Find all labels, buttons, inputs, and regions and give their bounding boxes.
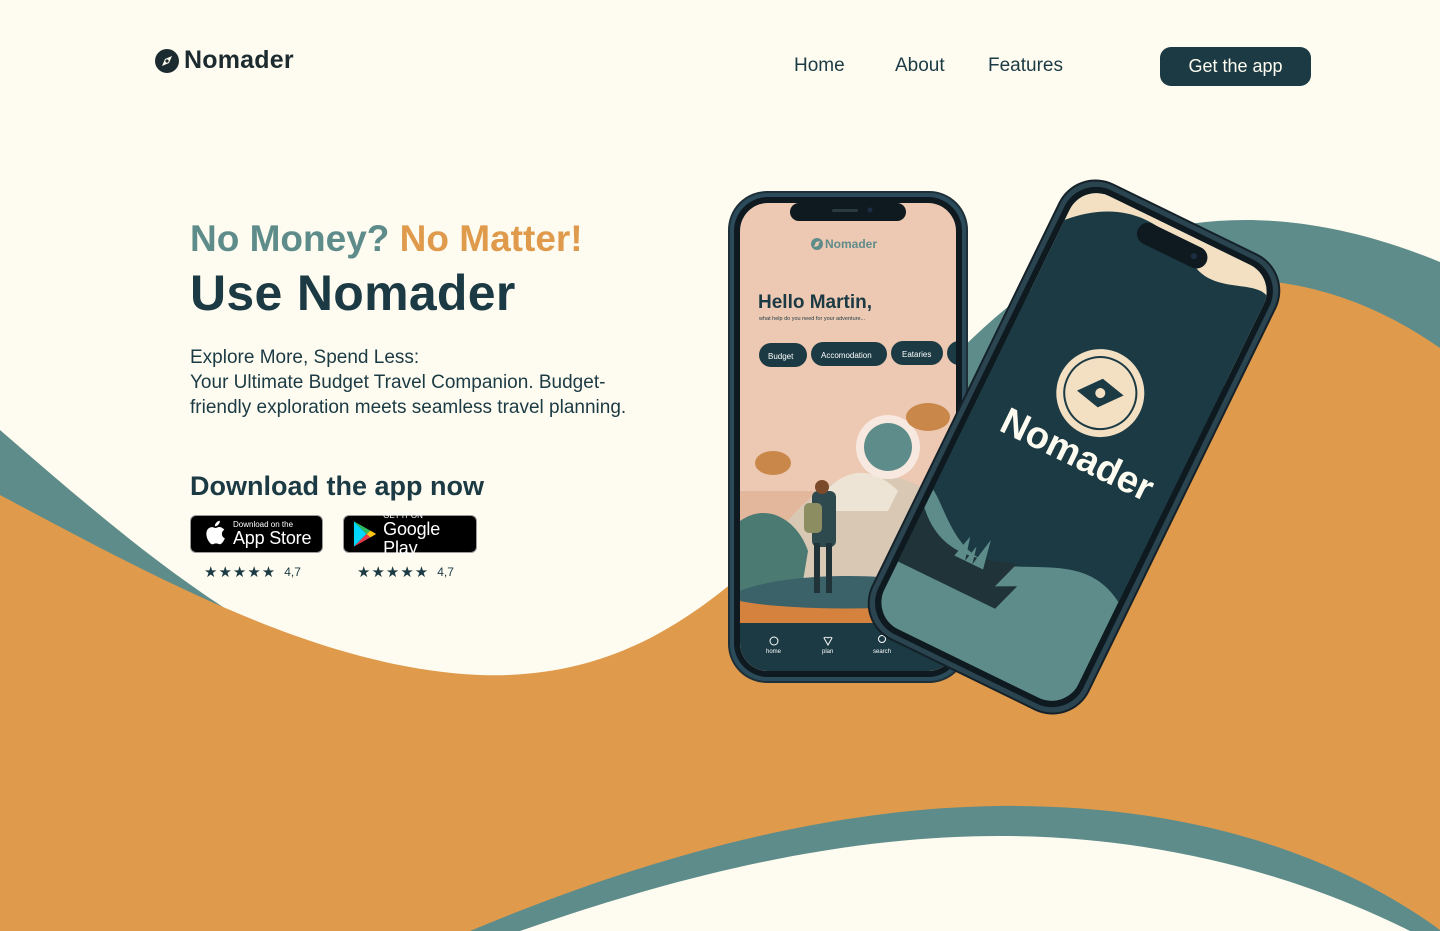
chip-accomodation-label: Accomodation: [821, 351, 872, 360]
phone-app-name: Nomader: [825, 237, 877, 251]
app-store-big-text: App Store: [233, 528, 312, 548]
download-section: Download the app now Download on the App…: [190, 471, 484, 581]
app-store-rating: ★★★★★ 4,7: [204, 563, 301, 581]
brand-name: Nomader: [184, 46, 294, 74]
google-play-rating-value: 4,7: [437, 565, 454, 579]
get-the-app-button[interactable]: Get the app: [1160, 47, 1311, 86]
app-store-button[interactable]: Download on the App Store: [190, 515, 323, 553]
hero-description: Explore More, Spend Less: Your Ultimate …: [190, 345, 660, 420]
phone-mockup-home-screen: home plan search Nomader Hello Martin, w…: [728, 191, 968, 683]
hero-description-line1: Explore More, Spend Less:: [190, 347, 420, 368]
hero-headline: Use Nomader: [190, 265, 516, 321]
top-navigation: Nomader Home About Features Get the app: [0, 0, 1440, 130]
compass-icon: [155, 48, 179, 73]
background-waves: [0, 220, 1440, 931]
tagline-part-a: No Money?: [190, 218, 390, 259]
google-play-button[interactable]: GET IT ON Google Play: [343, 511, 477, 557]
phone-nav-plan: plan: [822, 649, 833, 655]
phone-nav-home: home: [766, 649, 782, 655]
download-title: Download the app now: [190, 471, 484, 501]
star-rating-icon: ★★★★★: [204, 564, 277, 581]
hero-section: No Money? No Matter! Use Nomader Explore…: [190, 215, 690, 420]
store-buttons: Download on the App Store GET IT ON Goog…: [190, 511, 490, 595]
phone-greeting: Hello Martin,: [758, 292, 872, 313]
hero-description-line2: Your Ultimate Budget Travel Companion. B…: [190, 372, 627, 418]
tagline-part-b: No Matter!: [399, 218, 583, 259]
brand-logo[interactable]: Nomader: [154, 46, 294, 75]
google-play-big-text: Google Play: [383, 518, 441, 558]
star-rating-icon: ★★★★★: [357, 564, 430, 581]
phone-nav-search: search: [873, 649, 891, 655]
google-play-rating: ★★★★★ 4,7: [357, 563, 454, 581]
apple-icon: [206, 520, 225, 545]
chip-budget-label: Budget: [768, 352, 794, 361]
nav-link-features[interactable]: Features: [988, 55, 1063, 77]
chip-eataries-label: Eataries: [902, 350, 931, 359]
phone-subtitle: what help do you need for your adventure…: [758, 316, 866, 322]
nav-link-about[interactable]: About: [895, 55, 945, 77]
nav-link-home[interactable]: Home: [794, 55, 845, 77]
google-play-icon: [353, 521, 376, 547]
app-store-rating-value: 4,7: [284, 565, 301, 579]
hero-tagline: No Money? No Matter!: [190, 215, 690, 263]
